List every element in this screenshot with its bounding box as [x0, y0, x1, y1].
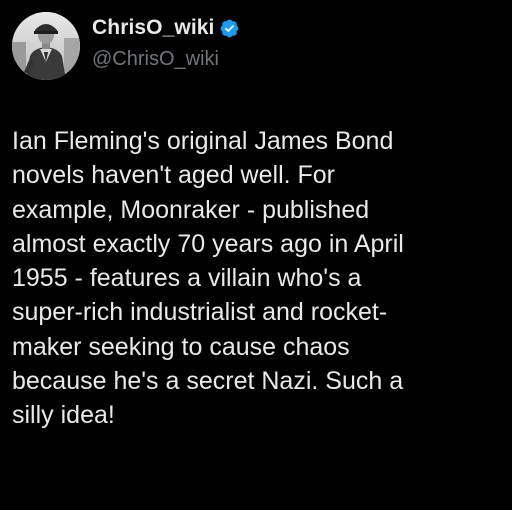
- tweet-header: ChrisO_wiki @ChrisO_wiki: [12, 12, 240, 82]
- tweet-text: Ian Fleming's original James Bond novels…: [12, 127, 404, 430]
- tweet-card: ChrisO_wiki @ChrisO_wiki Ian Fleming's o…: [0, 0, 512, 510]
- verified-badge-icon: [219, 18, 240, 39]
- avatar[interactable]: [12, 12, 80, 80]
- author-info: ChrisO_wiki @ChrisO_wiki: [92, 14, 240, 71]
- display-name-row: ChrisO_wiki: [92, 14, 240, 42]
- avatar-photo-icon: [12, 12, 80, 80]
- display-name[interactable]: ChrisO_wiki: [92, 16, 214, 40]
- user-handle[interactable]: @ChrisO_wiki: [92, 48, 240, 71]
